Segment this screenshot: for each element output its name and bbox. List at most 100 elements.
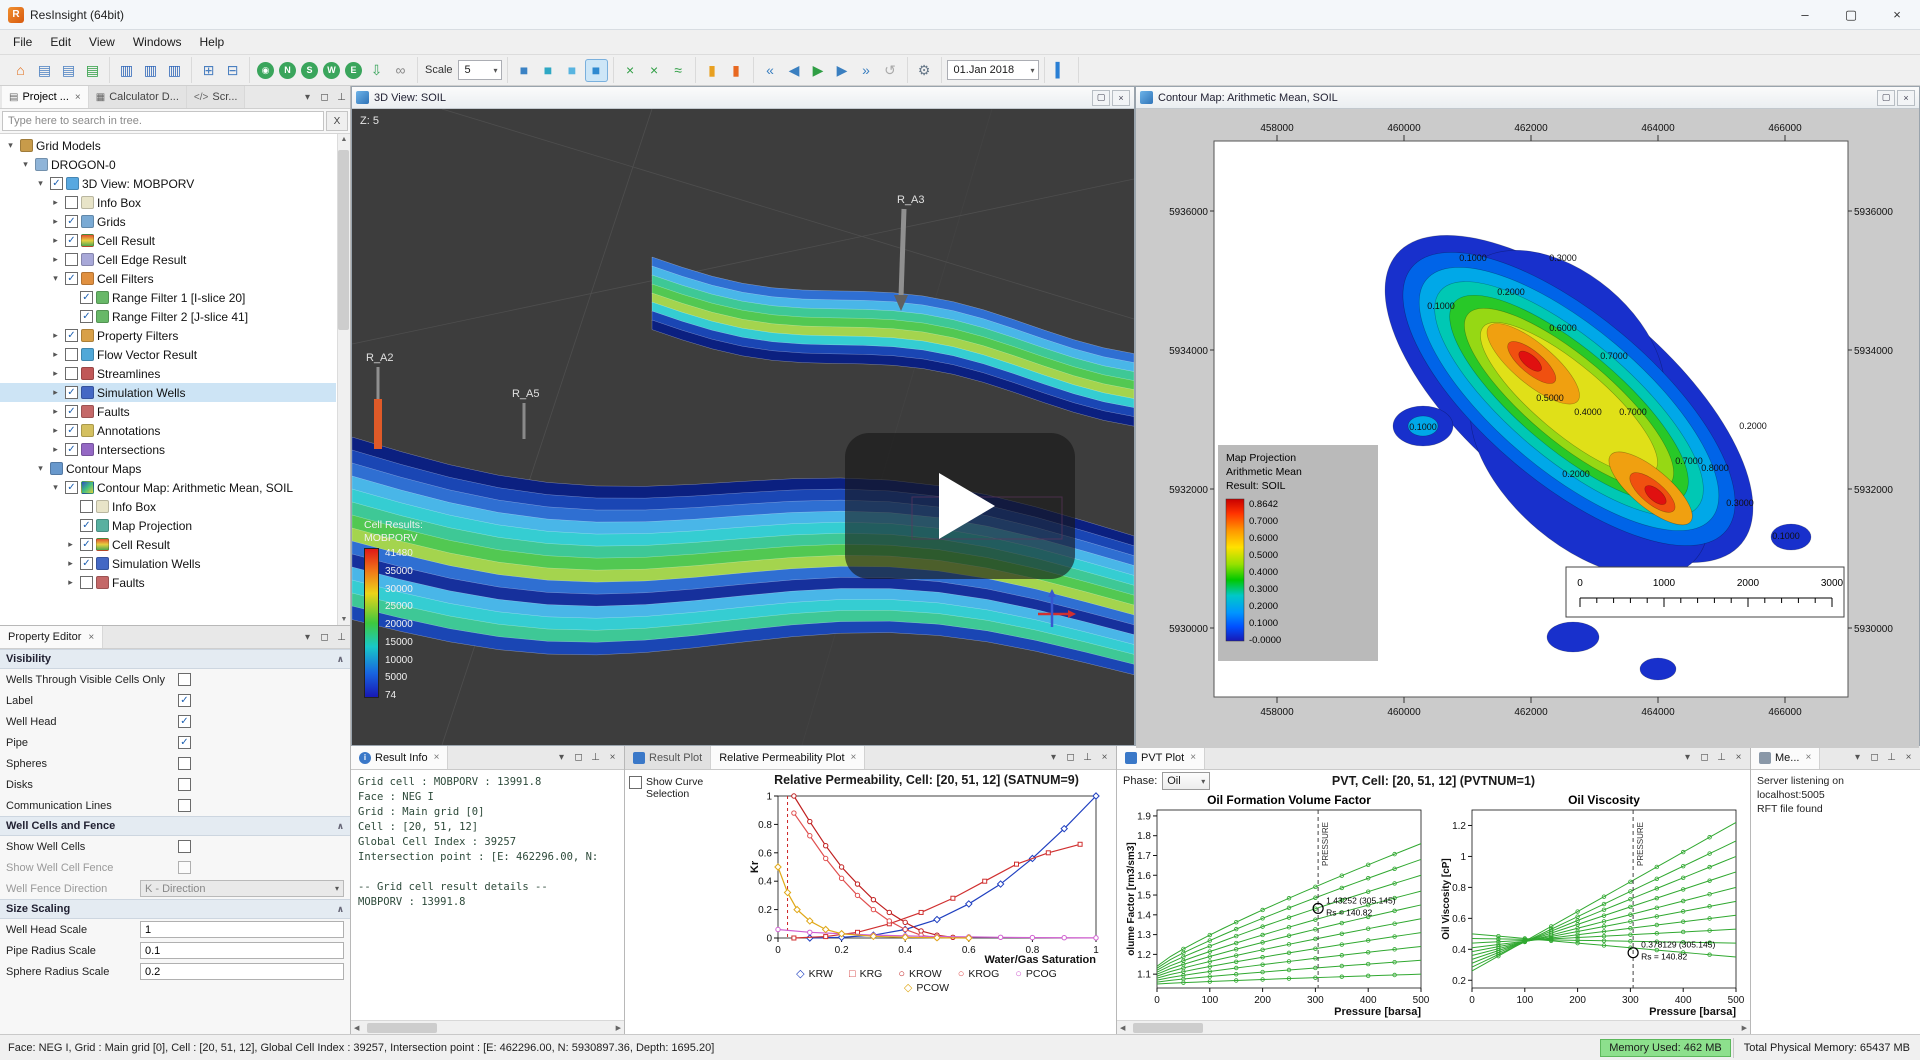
- pin-icon[interactable]: ⊥: [1713, 746, 1730, 769]
- chevron-right-icon[interactable]: ▸: [64, 577, 77, 588]
- chevron-down-icon[interactable]: ▾: [49, 482, 62, 493]
- well-fence-direction-select[interactable]: K - Direction▾: [140, 880, 344, 897]
- pipe-checkbox[interactable]: ✓: [178, 736, 191, 749]
- show-well-cell-fence-checkbox[interactable]: [178, 861, 191, 874]
- tree-item-range-filter-2-j-slice-41[interactable]: ✓Range Filter 2 [J-slice 41]: [0, 307, 336, 326]
- settings-icon[interactable]: ⚙: [913, 59, 936, 82]
- scroll-right-icon[interactable]: ▶: [616, 1024, 621, 1032]
- checkbox[interactable]: [65, 196, 78, 209]
- section-well-cells-and-fence[interactable]: Well Cells and Fence∧: [0, 816, 350, 836]
- contour-map-body[interactable]: 4580004580004600004600004620004620004640…: [1136, 109, 1919, 748]
- checkbox[interactable]: ✓: [80, 291, 93, 304]
- tab-close-icon[interactable]: ×: [75, 92, 81, 103]
- checkbox[interactable]: ✓: [65, 234, 78, 247]
- tree-item-3d-view-mobporv[interactable]: ▾✓3D View: MOBPORV: [0, 174, 336, 193]
- tree-item-contour-maps[interactable]: ▾Contour Maps: [0, 459, 336, 478]
- tab-close-icon[interactable]: ×: [434, 752, 440, 763]
- timestep-select[interactable]: 01.Jan 2018▾: [947, 60, 1039, 80]
- chevron-down-icon[interactable]: ▾: [34, 178, 47, 189]
- tree-item-cell-result[interactable]: ▸✓Cell Result: [0, 231, 336, 250]
- legend-item-pcog[interactable]: ○PCOG: [1015, 967, 1057, 980]
- chevron-right-icon[interactable]: ▸: [49, 444, 62, 455]
- tree-item-flow-vector-result[interactable]: ▸Flow Vector Result: [0, 345, 336, 364]
- checkbox[interactable]: [80, 576, 93, 589]
- close-icon[interactable]: ×: [1112, 90, 1130, 106]
- restore-icon[interactable]: ▢: [1877, 90, 1895, 106]
- menu-edit[interactable]: Edit: [41, 32, 80, 52]
- tree-item-cell-filters[interactable]: ▾✓Cell Filters: [0, 269, 336, 288]
- plot-window-toggle-icon[interactable]: ▍: [1050, 59, 1073, 82]
- tab-relative-permeability-plot[interactable]: Relative Permeability Plot ×: [711, 746, 865, 769]
- checkbox[interactable]: ✓: [80, 519, 93, 532]
- section-visibility[interactable]: Visibility∧: [0, 649, 350, 669]
- view-east-icon[interactable]: E: [345, 62, 362, 79]
- scroll-left-icon[interactable]: ◀: [354, 1024, 359, 1032]
- search-clear-button[interactable]: X: [326, 111, 348, 131]
- pin-icon[interactable]: ⊥: [587, 746, 604, 769]
- chevron-right-icon[interactable]: ▸: [64, 539, 77, 550]
- animation-repeat-icon[interactable]: ↺: [879, 59, 902, 82]
- menu-icon[interactable]: ▾: [1849, 746, 1866, 769]
- show-faults-icon[interactable]: ■: [585, 59, 608, 82]
- new-grid-plot-icon[interactable]: ▥: [139, 59, 162, 82]
- tab-project[interactable]: ▤Project ...×: [2, 86, 89, 108]
- scrollbar-thumb[interactable]: [1133, 1023, 1203, 1033]
- tree-item-faults[interactable]: ▸✓Faults: [0, 402, 336, 421]
- tree-scrollbar[interactable]: ▲ ▼: [337, 134, 350, 625]
- result-info-scrollbar[interactable]: ◀ ▶: [351, 1020, 624, 1034]
- tree-item-map-projection[interactable]: ✓Map Projection: [0, 516, 336, 535]
- tree-item-cell-edge-result[interactable]: ▸Cell Edge Result: [0, 250, 336, 269]
- pvt-fvf-svg[interactable]: 01002003004005001.11.21.31.41.51.61.71.8…: [1123, 792, 1429, 1018]
- checkbox[interactable]: [65, 348, 78, 361]
- menu-icon[interactable]: ▾: [553, 746, 570, 769]
- tree-item-streamlines[interactable]: ▸Streamlines: [0, 364, 336, 383]
- checkbox[interactable]: ✓: [80, 538, 93, 551]
- tab-result-plot[interactable]: Result Plot: [625, 746, 711, 769]
- scrollbar-thumb[interactable]: [338, 150, 349, 330]
- menu-icon[interactable]: ▾: [299, 626, 316, 648]
- tab-pvt-plot[interactable]: PVT Plot ×: [1117, 746, 1205, 769]
- tree-item-annotations[interactable]: ▸✓Annotations: [0, 421, 336, 440]
- checkbox[interactable]: ✓: [80, 557, 93, 570]
- view-west-icon[interactable]: W: [323, 62, 340, 79]
- chevron-right-icon[interactable]: ▸: [49, 349, 62, 360]
- contour-svg[interactable]: 4580004580004600004600004620004620004640…: [1136, 109, 1919, 745]
- label-checkbox[interactable]: ✓: [178, 694, 191, 707]
- checkbox[interactable]: ✓: [80, 310, 93, 323]
- chevron-down-icon[interactable]: ▾: [4, 140, 17, 151]
- chevron-right-icon[interactable]: ▸: [49, 368, 62, 379]
- snapshot-icon[interactable]: ⊟: [221, 59, 244, 82]
- import-eclipse-case-icon[interactable]: ▤: [33, 59, 56, 82]
- menu-icon[interactable]: ▾: [1679, 746, 1696, 769]
- checkbox[interactable]: [65, 367, 78, 380]
- menu-view[interactable]: View: [80, 32, 124, 52]
- scroll-left-icon[interactable]: ◀: [1120, 1024, 1125, 1032]
- float-icon[interactable]: ◻: [316, 626, 333, 648]
- well-head-checkbox[interactable]: ✓: [178, 715, 191, 728]
- communication-lines-checkbox[interactable]: [178, 799, 191, 812]
- chevron-right-icon[interactable]: ▸: [49, 216, 62, 227]
- collapse-icon[interactable]: ∧: [337, 654, 344, 665]
- chevron-down-icon[interactable]: ▾: [19, 159, 32, 170]
- close-icon[interactable]: ×: [1730, 746, 1747, 769]
- scale-select[interactable]: 5▾: [458, 60, 502, 80]
- measure-polyline-icon[interactable]: ▮: [725, 59, 748, 82]
- view-south-icon[interactable]: S: [301, 62, 318, 79]
- checkbox[interactable]: ✓: [65, 386, 78, 399]
- float-icon[interactable]: ◻: [316, 86, 333, 108]
- well-head-scale-input[interactable]: [140, 921, 344, 938]
- animation-step-forward-icon[interactable]: ▶: [831, 59, 854, 82]
- link-views-icon[interactable]: ∞: [389, 59, 412, 82]
- pipe-radius-scale-input[interactable]: [140, 942, 344, 959]
- pin-icon[interactable]: ⊥: [333, 86, 350, 108]
- collapse-icon[interactable]: ∧: [337, 821, 344, 832]
- checkbox[interactable]: [80, 500, 93, 513]
- legend-item-krog[interactable]: ○KROG: [958, 967, 1000, 980]
- phase-select[interactable]: Oil ▾: [1162, 772, 1210, 790]
- chevron-right-icon[interactable]: ▸: [64, 558, 77, 569]
- legend-item-krw[interactable]: ◇KRW: [796, 967, 833, 980]
- tab-result-info[interactable]: i Result Info ×: [351, 746, 448, 769]
- tree-item-property-filters[interactable]: ▸✓Property Filters: [0, 326, 336, 345]
- checkbox[interactable]: ✓: [65, 329, 78, 342]
- chevron-right-icon[interactable]: ▸: [49, 406, 62, 417]
